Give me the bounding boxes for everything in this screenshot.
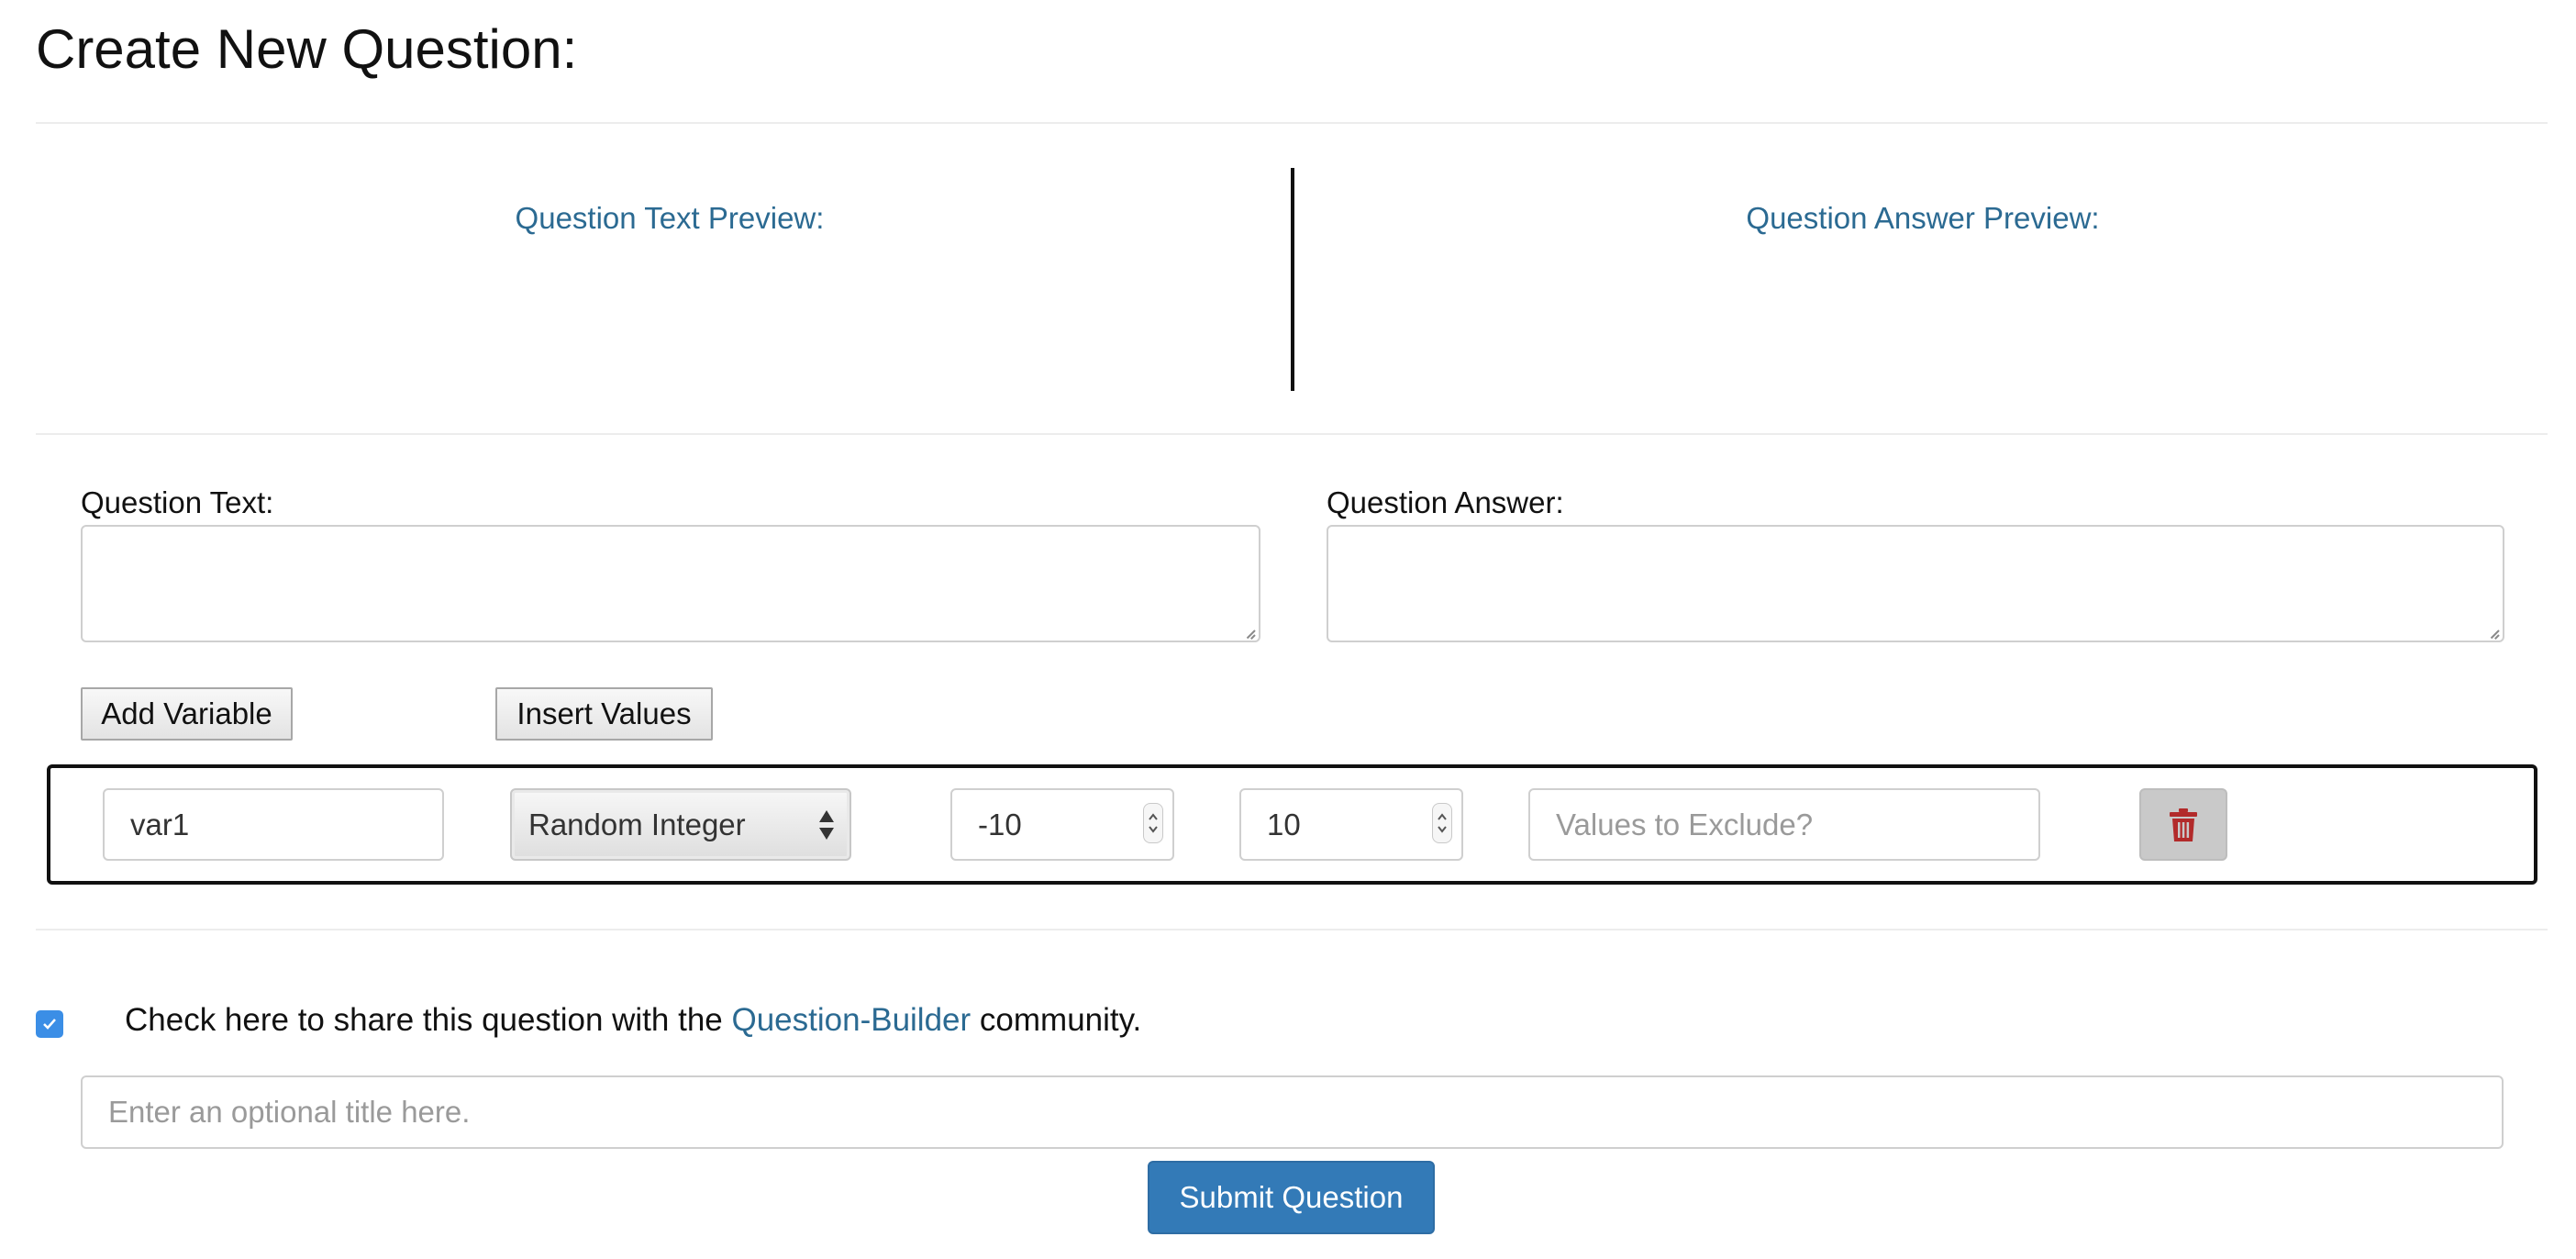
share-checkbox[interactable] (36, 1010, 63, 1038)
question-builder-link[interactable]: Question-Builder (731, 1002, 971, 1038)
variable-name-input[interactable]: var1 (103, 788, 444, 861)
trash-icon (2170, 808, 2197, 841)
variable-type-select[interactable]: Random Integer (510, 788, 851, 861)
question-text-area-wrapper (81, 525, 1260, 642)
max-value-spinner[interactable] (1432, 803, 1452, 843)
resize-grip-icon[interactable] (2486, 624, 2500, 640)
question-answer-area-wrapper (1327, 525, 2504, 642)
question-answer-label: Question Answer: (1327, 485, 1564, 519)
select-arrows-icon (819, 810, 834, 840)
min-value: -10 (978, 807, 1022, 841)
page-title: Create New Question: (36, 18, 578, 80)
preview-bottom-divider (36, 433, 2548, 435)
max-value: 10 (1267, 807, 1301, 841)
question-text-input[interactable] (81, 525, 1260, 642)
add-variable-button[interactable]: Add Variable (81, 687, 293, 741)
min-value-input[interactable]: -10 (950, 788, 1174, 861)
max-value-input[interactable]: 10 (1239, 788, 1463, 861)
resize-grip-icon[interactable] (1242, 624, 1256, 640)
spinner-icon (1149, 813, 1158, 833)
variables-bottom-divider (36, 929, 2548, 930)
delete-variable-button[interactable] (2139, 788, 2227, 861)
question-answer-preview-label: Question Answer Preview: (1746, 201, 2100, 235)
submit-question-button[interactable]: Submit Question (1148, 1161, 1435, 1234)
checkmark-icon (43, 1019, 56, 1030)
share-text-after: community. (971, 1002, 1142, 1038)
variable-name-value: var1 (130, 807, 190, 841)
variable-type-value: Random Integer (528, 807, 746, 841)
optional-title-input[interactable]: Enter an optional title here. (81, 1075, 2504, 1149)
insert-values-button[interactable]: Insert Values (495, 687, 713, 741)
share-label: Check here to share this question with t… (125, 1000, 1141, 1041)
title-divider (36, 122, 2548, 124)
question-answer-input[interactable] (1327, 525, 2504, 642)
spinner-icon (1438, 813, 1447, 833)
preview-divider (1291, 168, 1294, 391)
exclude-values-input[interactable]: Values to Exclude? (1528, 788, 2040, 861)
optional-title-placeholder: Enter an optional title here. (108, 1095, 471, 1129)
question-text-label: Question Text: (81, 485, 274, 519)
exclude-values-placeholder: Values to Exclude? (1556, 807, 1814, 841)
share-text-before: Check here to share this question with t… (125, 1002, 732, 1038)
min-value-spinner[interactable] (1143, 803, 1163, 843)
question-text-preview-label: Question Text Preview: (515, 201, 825, 235)
